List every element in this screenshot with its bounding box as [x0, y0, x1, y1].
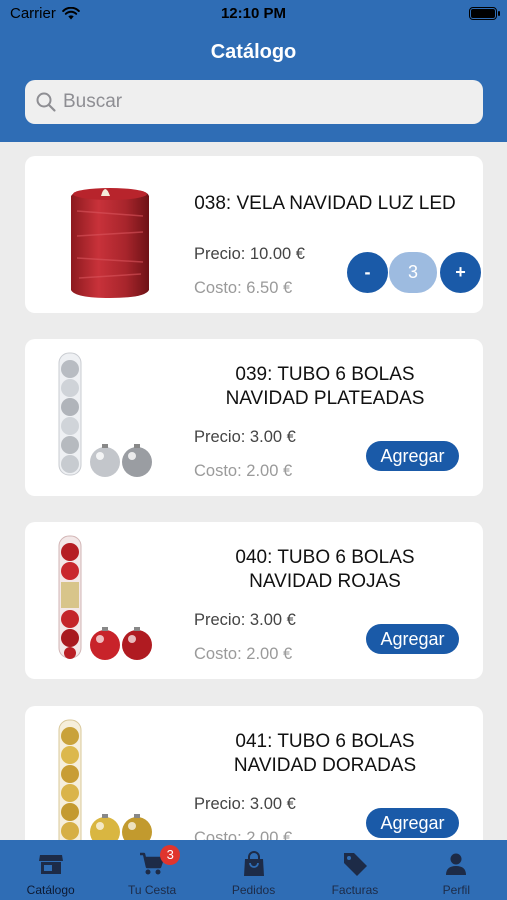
product-title-line: NAVIDAD ROJAS — [249, 571, 401, 592]
product-price: Precio: 3.00 € — [194, 428, 296, 446]
tab-label: Tu Cesta — [127, 883, 177, 897]
tab-bar: Catálogo 3 Tu Cesta Pedidos Facturas Per… — [0, 840, 507, 900]
product-image — [58, 719, 152, 840]
search-input[interactable] — [63, 91, 463, 113]
product-title-line: 039: TUBO 6 BOLAS — [235, 364, 415, 385]
quantity-value: 3 — [389, 252, 437, 293]
decrease-quantity-button[interactable]: - — [347, 252, 388, 293]
page-title: Catálogo — [210, 41, 297, 63]
product-title-line: NAVIDAD DORADAS — [233, 755, 417, 776]
product-price: Precio: 3.00 € — [194, 611, 296, 629]
product-cost: Costo: 2.00 € — [194, 645, 293, 663]
product-price: Precio: 10.00 € — [194, 245, 305, 263]
product-image — [58, 535, 152, 660]
product-list[interactable]: 038: VELA NAVIDAD LUZ LED Precio: 10.00 … — [0, 142, 507, 840]
product-title: 040: TUBO 6 BOLAS NAVIDAD ROJAS — [175, 546, 475, 594]
product-cost: Costo: 2.00 € — [194, 462, 293, 480]
product-title: 041: TUBO 6 BOLAS NAVIDAD DORADAS — [175, 730, 475, 778]
status-time: 12:10 PM — [220, 5, 287, 22]
product-title-line: 040: TUBO 6 BOLAS — [235, 547, 415, 568]
tab-pedidos[interactable]: Pedidos — [203, 840, 304, 900]
product-card[interactable]: 038: VELA NAVIDAD LUZ LED Precio: 10.00 … — [25, 156, 483, 313]
search-bar[interactable] — [25, 80, 483, 124]
add-to-cart-button[interactable]: Agregar — [366, 808, 459, 838]
tag-icon — [343, 853, 367, 876]
tab-perfil[interactable]: Perfil — [406, 840, 507, 900]
product-title-line: NAVIDAD PLATEADAS — [225, 388, 425, 409]
tab-tu-cesta[interactable]: 3 Tu Cesta — [101, 840, 202, 900]
product-card[interactable]: 041: TUBO 6 BOLAS NAVIDAD DORADAS Precio… — [25, 706, 483, 840]
tab-label: Perfil — [442, 883, 470, 897]
product-image — [58, 352, 152, 477]
battery-icon — [469, 7, 500, 20]
product-cost: Costo: 2.00 € — [194, 829, 293, 840]
status-bar: Carrier 12:10 PM — [0, 0, 507, 28]
store-icon — [38, 855, 63, 874]
product-card[interactable]: 040: TUBO 6 BOLAS NAVIDAD ROJAS Precio: … — [25, 522, 483, 679]
product-title: 039: TUBO 6 BOLAS NAVIDAD PLATEADAS — [175, 363, 475, 411]
product-cost: Costo: 6.50 € — [194, 279, 293, 297]
tab-label: Pedidos — [231, 883, 276, 897]
product-title: 038: VELA NAVIDAD LUZ LED — [194, 193, 456, 214]
search-icon — [36, 92, 56, 112]
tab-label: Catálogo — [26, 883, 75, 897]
product-price: Precio: 3.00 € — [194, 795, 296, 813]
bag-icon — [243, 851, 264, 876]
cart-count-badge: 3 — [160, 845, 181, 865]
header: Catálogo — [0, 28, 507, 142]
product-image — [71, 188, 149, 298]
product-card[interactable]: 039: TUBO 6 BOLAS NAVIDAD PLATEADAS Prec… — [25, 339, 483, 496]
tab-label: Facturas — [331, 883, 379, 897]
person-icon — [446, 853, 467, 875]
tab-catalogo[interactable]: Catálogo — [0, 840, 101, 900]
increase-quantity-button[interactable]: + — [440, 252, 481, 293]
add-to-cart-button[interactable]: Agregar — [366, 441, 459, 471]
quantity-stepper: - 3 + — [347, 252, 481, 294]
add-to-cart-button[interactable]: Agregar — [366, 624, 459, 654]
product-title-line: 041: TUBO 6 BOLAS — [235, 731, 415, 752]
tab-facturas[interactable]: Facturas — [304, 840, 405, 900]
